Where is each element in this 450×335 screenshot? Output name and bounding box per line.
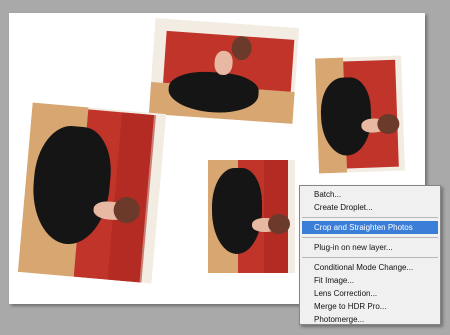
scanned-photo-3[interactable] bbox=[17, 102, 167, 284]
scanned-photo-4[interactable] bbox=[208, 160, 295, 273]
scanned-photo-1[interactable] bbox=[148, 18, 300, 124]
automate-submenu: Batch... Create Droplet... Crop and Stra… bbox=[299, 185, 441, 325]
menu-item-conditional-mode-change[interactable]: Conditional Mode Change... bbox=[302, 261, 438, 274]
menu-item-fit-image[interactable]: Fit Image... bbox=[302, 274, 438, 287]
menu-item-batch[interactable]: Batch... bbox=[302, 188, 438, 201]
menu-separator bbox=[302, 257, 438, 258]
menu-separator bbox=[302, 217, 438, 218]
menu-item-crop-and-straighten[interactable]: Crop and Straighten Photos bbox=[302, 221, 438, 234]
menu-item-lens-correction[interactable]: Lens Correction... bbox=[302, 287, 438, 300]
menu-item-plugin-new-layer[interactable]: Plug-in on new layer... bbox=[302, 241, 438, 254]
menu-item-create-droplet[interactable]: Create Droplet... bbox=[302, 201, 438, 214]
menu-item-photomerge[interactable]: Photomerge... bbox=[302, 313, 438, 326]
scanned-photo-2[interactable] bbox=[315, 55, 405, 174]
menu-separator bbox=[302, 237, 438, 238]
menu-item-merge-to-hdr-pro[interactable]: Merge to HDR Pro... bbox=[302, 300, 438, 313]
